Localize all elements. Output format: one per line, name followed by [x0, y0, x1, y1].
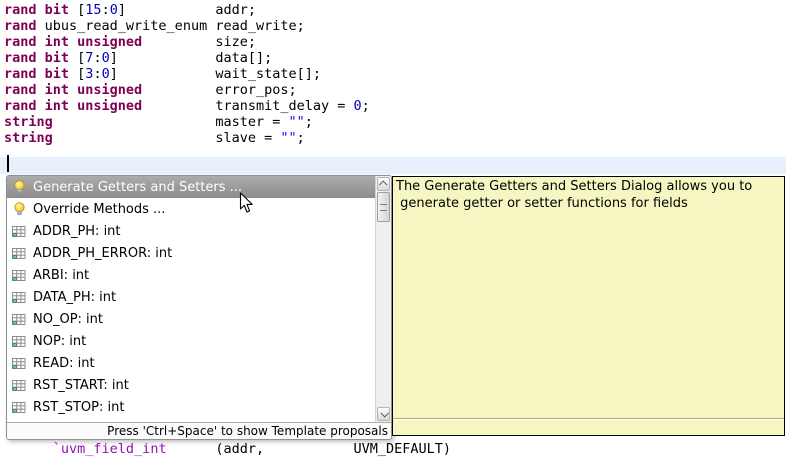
completion-item[interactable]: Generate Getters and Setters ... [7, 176, 375, 198]
completion-item[interactable]: ARBI: int [7, 264, 375, 286]
field-grid-icon [12, 290, 26, 304]
clipped-code-line: `uvm_field_int (addr, UVM_DEFAULT) [4, 441, 451, 457]
completion-item-label: Generate Getters and Setters ... [33, 179, 243, 195]
content-assist-popup: Generate Getters and Setters ... Override… [6, 175, 392, 440]
proposal-info-tooltip: The Generate Getters and Setters Dialog … [392, 176, 785, 436]
completion-item[interactable]: DATA_PH: int [7, 286, 375, 308]
completion-item[interactable]: NOP: int [7, 330, 375, 352]
completion-item-label: NOP: int [33, 333, 87, 349]
field-grid-icon [12, 334, 26, 348]
chevron-down-icon [379, 409, 389, 418]
completion-item-label: NO_OP: int [33, 311, 103, 327]
code-line: rand bit [15:0] addr; [4, 2, 257, 18]
text-caret [7, 155, 9, 172]
scroll-up-button[interactable] [377, 177, 390, 191]
lightbulb-icon [12, 202, 26, 216]
code-line: `uvm_field_int (addr, UVM_DEFAULT) [52, 441, 452, 457]
completion-item-label: RST_START: int [33, 377, 129, 393]
completion-item-label: DATA_PH: int [33, 289, 117, 305]
completion-item[interactable]: ADDR_PH: int [7, 220, 375, 242]
completion-item[interactable]: Override Methods ... [7, 198, 375, 220]
code-line: rand bit [7:0] data[]; [4, 50, 273, 66]
completion-item[interactable]: RST_START: int [7, 374, 375, 396]
completion-item-label: ADDR_PH: int [33, 223, 121, 239]
code-line: rand int unsigned transmit_delay = 0; [4, 98, 370, 114]
lightbulb-icon [12, 180, 26, 194]
code-line: rand ubus_read_write_enum read_write; [4, 18, 305, 34]
status-text: Press 'Ctrl+Space' to show Template prop… [107, 424, 388, 438]
completion-item-label: ARBI: int [33, 267, 90, 283]
completion-list: Generate Getters and Setters ... Override… [7, 176, 375, 422]
code-line: rand int unsigned error_pos; [4, 82, 297, 98]
popup-status-bar: Press 'Ctrl+Space' to show Template prop… [7, 422, 391, 439]
completion-scrollbar[interactable] [375, 176, 391, 422]
code-block: rand bit [15:0] addr; rand ubus_read_writ… [4, 2, 370, 146]
field-grid-icon [12, 312, 26, 326]
completion-item-label: ADDR_PH_ERROR: int [33, 245, 173, 261]
chevron-up-icon [378, 180, 388, 189]
code-line: string slave = ""; [4, 130, 305, 146]
field-grid-icon [12, 246, 26, 260]
field-grid-icon [12, 400, 26, 414]
field-grid-icon [12, 378, 26, 392]
tooltip-footer [393, 419, 784, 435]
completion-item[interactable]: NO_OP: int [7, 308, 375, 330]
thumb-grip-icon [380, 203, 387, 211]
field-grid-icon [12, 356, 26, 370]
field-grid-icon [12, 268, 26, 282]
completion-item[interactable]: READ: int [7, 352, 375, 374]
scroll-down-button[interactable] [377, 407, 390, 421]
current-line-highlight [0, 157, 786, 174]
completion-item-label: READ: int [33, 355, 95, 371]
tooltip-text: The Generate Getters and Setters Dialog … [393, 177, 784, 419]
scrollbar-thumb[interactable] [377, 192, 390, 222]
completion-item[interactable]: RST_STOP: int [7, 396, 375, 418]
field-grid-icon [12, 224, 26, 238]
code-line: rand int unsigned size; [4, 34, 256, 50]
completion-item[interactable]: ADDR_PH_ERROR: int [7, 242, 375, 264]
completion-item-label: Override Methods ... [33, 201, 166, 217]
code-line: string master = ""; [4, 114, 313, 130]
code-line: rand bit [3:0] wait_state[]; [4, 66, 322, 82]
completion-item-label: RST_STOP: int [33, 399, 125, 415]
